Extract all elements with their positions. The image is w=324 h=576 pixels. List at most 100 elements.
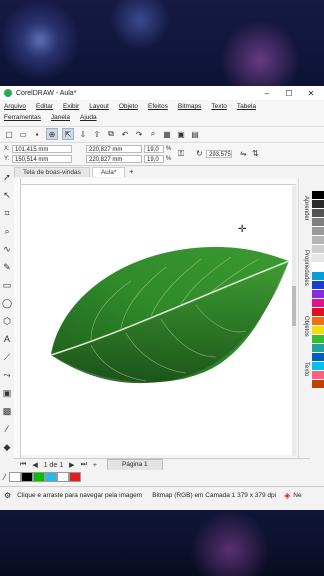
- palette-swatch[interactable]: [312, 236, 324, 245]
- copy-icon[interactable]: ⧉: [106, 129, 116, 139]
- menu-arquivo[interactable]: Arquivo: [4, 103, 26, 110]
- y-position-field[interactable]: 150,514 mm: [12, 155, 72, 163]
- palette-swatch[interactable]: [312, 281, 324, 290]
- palette-swatch[interactable]: [312, 245, 324, 254]
- drawing-canvas[interactable]: [21, 185, 296, 455]
- height-field[interactable]: 220,827 mm: [86, 155, 142, 163]
- menu-editar[interactable]: Editar: [36, 103, 53, 110]
- palette-swatch[interactable]: [312, 380, 324, 389]
- docker-aprender[interactable]: Aprender: [299, 188, 309, 228]
- menu-ferramentas[interactable]: Ferramentas: [4, 114, 41, 121]
- cursor-mode-icon[interactable]: ⇱: [62, 128, 74, 140]
- document-color-swatch[interactable]: [57, 472, 70, 482]
- mirror-horizontal-icon[interactable]: ⇋: [240, 150, 247, 158]
- artistic-media-icon[interactable]: ✎: [1, 261, 13, 273]
- tab-aula[interactable]: Aula*: [91, 167, 126, 177]
- rectangle-tool-icon[interactable]: ▭: [1, 279, 13, 291]
- palette-swatch[interactable]: [312, 290, 324, 299]
- menu-ajuda[interactable]: Ajuda: [80, 114, 97, 121]
- palette-swatch[interactable]: [312, 191, 324, 200]
- palette-swatch[interactable]: [312, 326, 324, 335]
- lock-ratio-icon[interactable]: ⚿: [178, 150, 184, 158]
- polygon-tool-icon[interactable]: ⬡: [1, 315, 13, 327]
- undo-icon[interactable]: ↶: [120, 129, 130, 139]
- pick-tool-icon[interactable]: ➚: [1, 171, 13, 183]
- docker-texto[interactable]: Texto: [299, 354, 309, 384]
- palette-swatch[interactable]: [312, 353, 324, 362]
- palette-swatch[interactable]: [312, 299, 324, 308]
- mirror-vertical-icon[interactable]: ⇅: [252, 150, 259, 158]
- horizontal-ruler[interactable]: [20, 178, 296, 185]
- document-color-swatch[interactable]: [69, 472, 82, 482]
- document-color-swatch[interactable]: [45, 472, 58, 482]
- palette-swatch[interactable]: [312, 209, 324, 218]
- first-page-button[interactable]: ⏮: [20, 461, 26, 469]
- tab-welcome-screen[interactable]: Tela de boas-vindas: [14, 167, 90, 177]
- connector-tool-icon[interactable]: ⤳: [1, 369, 13, 381]
- menu-bitmaps[interactable]: Bitmaps: [178, 103, 201, 110]
- text-tool-icon[interactable]: A: [1, 333, 13, 345]
- palette-swatch[interactable]: [312, 308, 324, 317]
- import-icon[interactable]: ⇩: [78, 129, 88, 139]
- interactive-fill-icon[interactable]: ◆: [1, 441, 13, 453]
- last-page-button[interactable]: ⏭: [81, 461, 87, 469]
- docker-propriedades[interactable]: Propriedades: [299, 238, 309, 298]
- crop-tool-icon[interactable]: ⌗: [1, 207, 13, 219]
- palette-swatch[interactable]: [312, 362, 324, 371]
- drop-shadow-icon[interactable]: ▣: [1, 387, 13, 399]
- scrollbar-thumb[interactable]: [292, 286, 296, 326]
- menu-efeitos[interactable]: Efeitos: [148, 103, 168, 110]
- grid-icon[interactable]: ▦: [162, 129, 172, 139]
- palette-swatch[interactable]: [312, 317, 324, 326]
- snap-icon[interactable]: ⊕: [46, 128, 58, 140]
- menu-janela[interactable]: Janela: [51, 114, 70, 121]
- parallel-dimension-icon[interactable]: ⟋: [1, 351, 13, 363]
- shape-tool-icon[interactable]: ↖: [1, 189, 13, 201]
- transparency-icon[interactable]: ▩: [1, 405, 13, 417]
- pdf-icon[interactable]: ▤: [190, 129, 200, 139]
- minimize-button[interactable]: –: [256, 86, 278, 100]
- palette-swatch[interactable]: [312, 371, 324, 380]
- ellipse-tool-icon[interactable]: ◯: [1, 297, 13, 309]
- document-color-swatch[interactable]: [33, 472, 46, 482]
- palette-swatch[interactable]: [312, 218, 324, 227]
- add-page-button[interactable]: +: [93, 462, 97, 469]
- new-document-icon[interactable]: ▢: [4, 129, 14, 139]
- document-color-swatch[interactable]: [21, 472, 34, 482]
- vertical-scrollbar[interactable]: [292, 186, 296, 456]
- palette-swatch[interactable]: [312, 200, 324, 209]
- eyedropper-icon[interactable]: ⁄: [4, 473, 5, 482]
- menu-exibir[interactable]: Exibir: [63, 103, 79, 110]
- close-button[interactable]: ✕: [300, 86, 322, 100]
- redo-icon[interactable]: ↷: [134, 129, 144, 139]
- menu-objeto[interactable]: Objeto: [119, 103, 138, 110]
- palette-swatch[interactable]: [312, 263, 324, 272]
- x-position-field[interactable]: 101,415 mm: [12, 145, 72, 153]
- scale-width-field[interactable]: 19,0: [144, 145, 164, 153]
- menu-texto[interactable]: Texto: [211, 103, 227, 110]
- gear-icon[interactable]: ⚙: [4, 491, 11, 500]
- fill-icon[interactable]: ◈: [284, 491, 290, 500]
- palette-swatch[interactable]: [312, 272, 324, 281]
- width-field[interactable]: 220,827 mm: [86, 145, 142, 153]
- rotation-angle-field[interactable]: 293,575: [206, 150, 232, 158]
- text-tool-icon[interactable]: ▣: [176, 129, 186, 139]
- search-icon[interactable]: ⌕: [148, 129, 158, 139]
- maximize-button[interactable]: ☐: [278, 86, 300, 100]
- document-color-swatch[interactable]: [9, 472, 22, 482]
- add-tab-button[interactable]: +: [129, 168, 133, 177]
- menu-layout[interactable]: Layout: [89, 103, 109, 110]
- vertical-ruler[interactable]: [14, 178, 21, 458]
- next-page-button[interactable]: ▶: [69, 461, 74, 469]
- docker-objetos[interactable]: Objetos: [299, 308, 309, 344]
- palette-swatch[interactable]: [312, 227, 324, 236]
- previous-page-button[interactable]: ◀: [32, 461, 37, 469]
- export-icon[interactable]: ⇧: [92, 129, 102, 139]
- palette-swatch[interactable]: [312, 254, 324, 263]
- menu-tabela[interactable]: Tabela: [237, 103, 256, 110]
- zoom-tool-icon[interactable]: ⌕: [1, 225, 13, 237]
- palette-swatch[interactable]: [312, 344, 324, 353]
- freehand-tool-icon[interactable]: ∿: [1, 243, 13, 255]
- palette-swatch[interactable]: [312, 335, 324, 344]
- leaf-bitmap[interactable]: [21, 185, 296, 455]
